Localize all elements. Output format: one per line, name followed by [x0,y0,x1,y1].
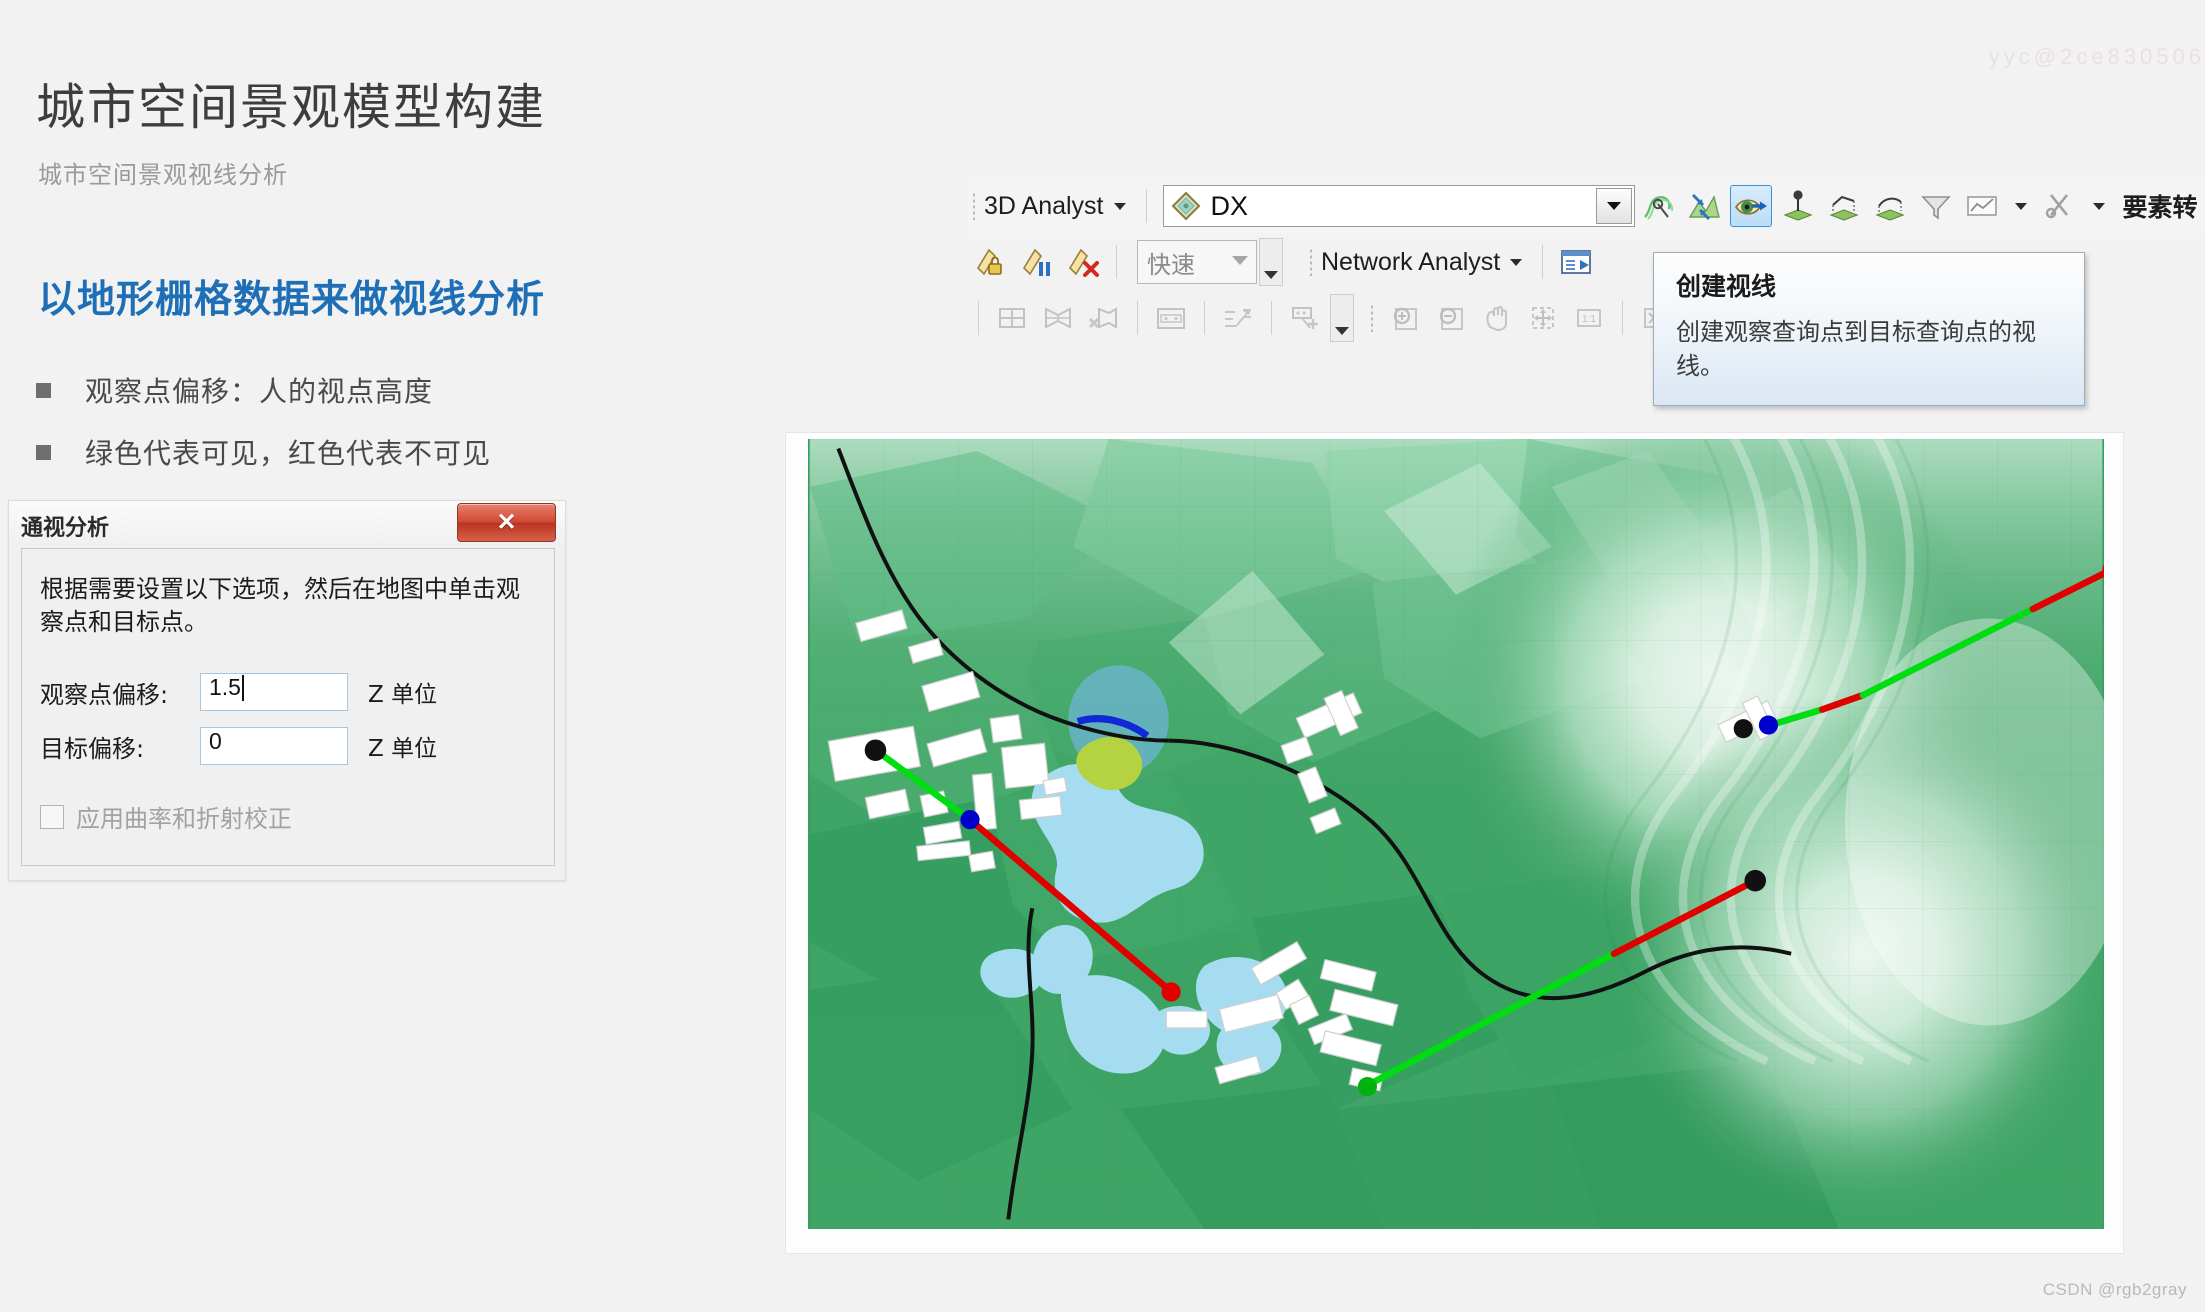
select-features-icon [1038,298,1078,338]
toolbar-grip-icon[interactable] [972,192,976,220]
chevron-down-icon[interactable] [2093,203,2105,210]
interpolate-line-icon[interactable] [1638,186,1678,226]
dialog-instructions: 根据需要设置以下选项，然后在地图中单击观察点和目标点。 [40,573,536,639]
target-offset-unit: Z 单位 [368,729,437,763]
quick-combo[interactable]: 快速 [1137,240,1257,284]
area-volume-icon[interactable] [1824,186,1864,226]
dialog-body: 根据需要设置以下选项，然后在地图中单击观察点和目标点。 观察点偏移: 1.5 Z… [21,548,555,866]
menu-network-analyst[interactable]: Network Analyst [1321,248,1500,277]
tools-icon[interactable] [2040,186,2080,226]
divider [1271,301,1272,335]
sight-line-3-target-point [1744,870,1766,892]
add-label-icon [1285,298,1325,338]
zoom-in-icon [1385,298,1425,338]
edit-lock-icon[interactable] [971,242,1011,282]
list-item: 绿色代表可见，红色代表不可见 [36,432,656,472]
arrange-icon [1218,298,1258,338]
sight-line-2-target-point [1162,982,1181,1001]
bullet-text: 观察点偏移：人的视点高度 [85,370,433,410]
target-offset-value: 0 [209,728,222,754]
bullet-square-icon [36,383,51,398]
surface-length-icon[interactable] [1870,186,1910,226]
divider [1204,301,1205,335]
divider [978,301,979,335]
pan-icon [1477,298,1517,338]
steepest-path-icon[interactable] [1778,186,1818,226]
bullet-list: 观察点偏移：人的视点高度 绿色代表可见，红色代表不可见 [36,370,656,494]
observer-offset-row: 观察点偏移: 1.5 Z 单位 [40,673,536,711]
bullet-square-icon [36,445,51,460]
toolbar-overflow-button[interactable] [1330,294,1354,342]
page-title: 城市空间景观模型构建 [36,68,546,139]
chart-icon[interactable] [1962,186,2002,226]
text-caret [242,675,244,701]
network-analyst-window-icon[interactable] [1556,242,1596,282]
edit-delete-icon[interactable] [1063,242,1103,282]
observer-offset-label: 观察点偏移: [40,675,200,710]
attribute-table-icon [1151,298,1191,338]
map-frame [785,432,2124,1254]
zoom-out-icon [1431,298,1471,338]
sight-line-2-observer-point [960,810,979,829]
layer-combo-value: DX [1211,191,1249,222]
close-icon[interactable]: ✕ [457,503,556,542]
sight-line-1-origin-point [1734,719,1753,738]
dialog-title: 通视分析 [21,510,109,542]
toolbar-3d-analyst: 3D Analyst DX [968,178,2205,234]
chevron-down-icon[interactable] [2015,203,2027,210]
toolbar-grip-icon[interactable] [1370,304,1374,332]
feature-convert-label[interactable]: 要素转 3 [2123,188,2205,224]
toolbar-grip-icon[interactable] [1309,248,1313,276]
sight-line-2-origin-point [865,739,887,761]
full-extent-icon [1523,298,1563,338]
create-line-of-sight-icon[interactable] [1730,185,1772,227]
curvature-correction-label: 应用曲率和折射校正 [76,799,292,834]
toolbar-overflow-button[interactable] [1259,238,1283,286]
target-offset-input[interactable]: 0 [200,727,348,765]
layer-combo[interactable]: DX [1163,185,1635,227]
edit-pause-icon[interactable] [1017,242,1057,282]
target-offset-row: 目标偏移: 0 Z 单位 [40,727,536,765]
chevron-down-icon[interactable] [1510,259,1522,266]
visibility-analysis-dialog: 通视分析 ✕ 根据需要设置以下选项，然后在地图中单击观察点和目标点。 观察点偏移… [8,500,566,881]
svg-text:1:1: 1:1 [1582,314,1596,325]
one-to-one-icon: 1:1 [1569,298,1609,338]
quick-combo-value: 快速 [1147,245,1195,280]
divider [1137,301,1138,335]
observer-offset-value: 1.5 [209,674,241,700]
layer-diamond-icon [1171,191,1201,221]
table-icon [992,298,1032,338]
curvature-correction-row[interactable]: 应用曲率和折射校正 [40,799,536,834]
chevron-down-icon[interactable] [1596,188,1632,224]
menu-3d-analyst[interactable]: 3D Analyst [984,192,1104,221]
bullet-text: 绿色代表可见，红色代表不可见 [85,432,491,472]
observer-offset-input[interactable]: 1.5 [200,673,348,711]
divider [1622,301,1623,335]
list-item: 观察点偏移：人的视点高度 [36,370,656,410]
sight-line-3-origin-point [1358,1077,1377,1096]
observer-offset-unit: Z 单位 [368,675,437,709]
tooltip-title: 创建视线 [1676,267,1776,303]
divider [1542,245,1543,279]
map-svg [808,439,2104,1229]
curvature-correction-checkbox[interactable] [40,805,64,829]
tooltip-body: 创建观察查询点到目标查询点的视线。 [1676,315,2066,383]
filter-triangle-icon[interactable] [1916,186,1956,226]
chevron-down-icon[interactable] [1114,203,1126,210]
sight-line-1-observer-point [1759,716,1778,735]
map-canvas[interactable] [808,439,2104,1229]
dialog-titlebar[interactable]: 通视分析 ✕ [9,501,565,545]
tooltip-create-line-of-sight: 创建视线 创建观察查询点到目标查询点的视线。 [1653,252,2085,406]
section-heading: 以地形栅格数据来做视线分析 [38,268,545,323]
divider [1146,189,1147,223]
page-subtitle: 城市空间景观视线分析 [38,155,288,190]
profile-graph-icon[interactable] [1684,186,1724,226]
watermark-bottom-right: CSDN @rgb2gray [2043,1280,2187,1300]
clear-selection-icon [1084,298,1124,338]
target-offset-label: 目标偏移: [40,729,200,764]
chevron-down-icon[interactable] [1232,256,1248,265]
divider [1116,245,1117,279]
watermark-top-right: yyc@2ce830506 [1989,44,2205,70]
